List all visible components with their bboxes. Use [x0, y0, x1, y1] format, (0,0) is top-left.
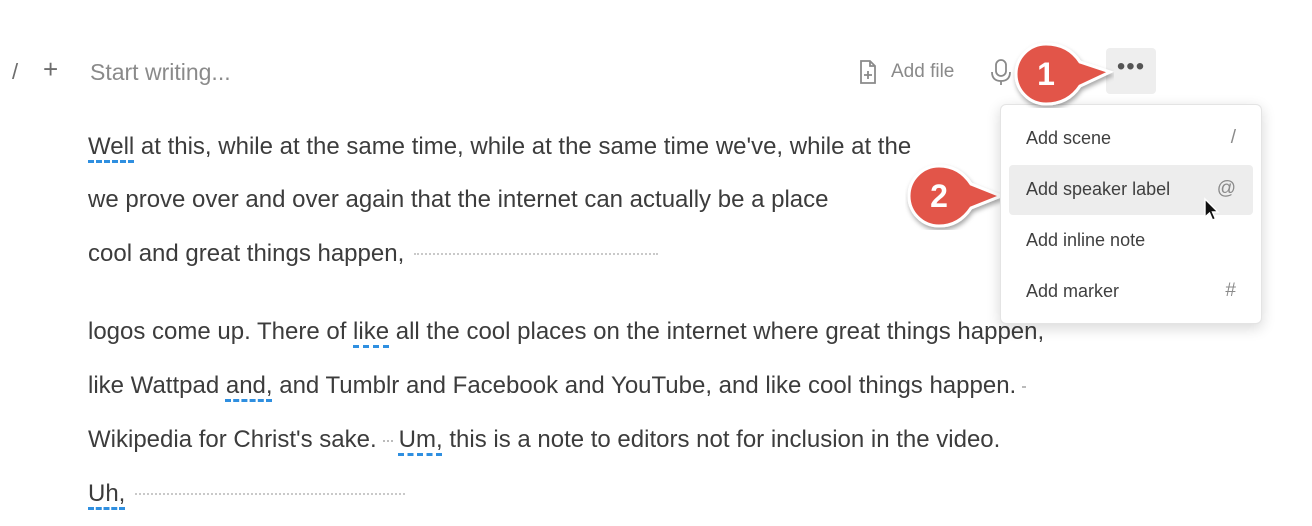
transcript-line[interactable]: like Wattpad and, and Tumblr and Faceboo… [88, 372, 1032, 400]
menu-item-shortcut: / [1230, 127, 1236, 148]
line-text: this is a note to editors not for inclus… [442, 426, 1001, 453]
menu-item-add-scene[interactable]: Add scene / [1009, 114, 1253, 164]
file-add-icon [860, 60, 876, 84]
flagged-word[interactable]: and, [226, 372, 273, 399]
callout-1-badge: 1 [1014, 42, 1114, 106]
callout-1-number: 1 [1037, 56, 1055, 92]
line-text: like Wattpad [88, 372, 226, 399]
mouse-pointer-icon [1204, 197, 1220, 221]
menu-item-shortcut: # [1225, 280, 1236, 301]
line-text: logos come up. There of [88, 318, 354, 345]
more-options-icon: ••• [1116, 53, 1146, 80]
menu-item-label: Add speaker label [1026, 179, 1171, 199]
flagged-word[interactable]: Well [88, 133, 134, 160]
add-file-label: Add file [891, 61, 955, 82]
slash-command-hint: / [12, 59, 19, 84]
line-text: at this, while at the same time, while a… [134, 133, 912, 160]
line-text: Wikipedia for Christ's sake. [88, 426, 377, 453]
start-writing-placeholder[interactable]: Start writing... [90, 59, 231, 86]
flagged-word[interactable]: like [353, 318, 389, 345]
add-file-button[interactable]: Add file [855, 58, 954, 86]
pause-indicator [1022, 385, 1027, 388]
callout-2-number: 2 [930, 178, 948, 214]
line-text: cool and great things happen, [88, 240, 405, 267]
editor-toolbar: / + Start writing... Add file ••• [0, 48, 1312, 94]
pause-indicator [414, 252, 659, 257]
transcript-line[interactable]: logos come up. There of like all the coo… [88, 318, 1044, 346]
menu-item-label: Add inline note [1026, 230, 1146, 250]
add-block-button[interactable]: + [43, 54, 58, 85]
flagged-word[interactable]: Um, [399, 426, 443, 453]
transcript-line[interactable]: we prove over and over again that the in… [88, 186, 828, 214]
pause-indicator [382, 439, 393, 442]
line-text: and Tumblr and Facebook and YouTube, and… [272, 372, 1017, 399]
transcript-line[interactable]: Uh, [88, 480, 406, 508]
callout-2-badge: 2 [907, 164, 1005, 228]
transcript-line[interactable]: Wikipedia for Christ's sake. Um, this is … [88, 426, 1000, 454]
transcript-line[interactable]: cool and great things happen, [88, 240, 659, 268]
menu-item-label: Add scene [1026, 128, 1112, 148]
flagged-word[interactable]: Uh, [88, 480, 125, 507]
pause-indicator [135, 492, 406, 497]
menu-item-label: Add marker [1026, 281, 1120, 301]
transcript-line[interactable]: Well at this, while at the same time, wh… [88, 133, 911, 161]
insert-menu: Add scene / Add speaker label @ Add inli… [1000, 104, 1262, 324]
menu-item-add-marker[interactable]: Add marker # [1009, 267, 1253, 317]
line-text: we prove over and over again that the in… [88, 186, 829, 213]
line-text: all the cool places on the internet wher… [389, 318, 1045, 345]
menu-item-add-inline-note[interactable]: Add inline note [1009, 216, 1253, 266]
microphone-icon[interactable] [990, 58, 1012, 86]
